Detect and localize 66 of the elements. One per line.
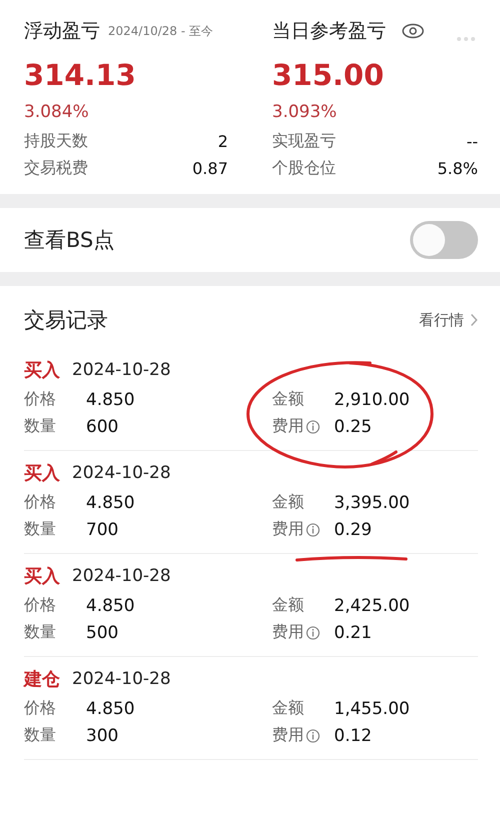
- toggle-switch[interactable]: [410, 221, 478, 259]
- field-label: 金额: [272, 492, 304, 513]
- field-label: 金额: [272, 389, 304, 410]
- field-label: 金额: [272, 698, 304, 719]
- field-label: 价格: [24, 595, 56, 616]
- field-value: 4.850: [86, 492, 135, 512]
- stat-label: 持股天数: [24, 131, 88, 152]
- date-range: 2024/10/28 - 至今: [108, 22, 214, 40]
- more-icon[interactable]: [456, 36, 476, 42]
- field-value: 500: [86, 622, 118, 642]
- stat-label: 实现盈亏: [272, 131, 336, 152]
- field-label: 费用: [272, 725, 304, 746]
- field-label: 价格: [24, 492, 56, 513]
- market-link[interactable]: 看行情: [419, 310, 478, 330]
- field-label: 费用: [272, 622, 304, 643]
- field-value: 1,455.00: [334, 698, 410, 718]
- stat-value: 2: [218, 132, 228, 151]
- stat-value: --: [466, 132, 478, 151]
- trade-type: 建仓: [24, 668, 60, 691]
- field-value: 0.12: [334, 726, 372, 746]
- field-value: 600: [86, 416, 118, 436]
- trade-date: 2024-10-28: [72, 463, 171, 483]
- field-value: 300: [86, 726, 118, 746]
- field-label: 价格: [24, 389, 56, 410]
- profit-percent: 3.093%: [272, 102, 338, 124]
- profit-value: 315.00: [272, 58, 385, 94]
- field-label: 费用: [272, 519, 304, 540]
- field-label: 数量: [24, 416, 56, 437]
- profit-value: 314.13: [24, 58, 137, 94]
- info-icon: [306, 626, 320, 640]
- field-label: 数量: [24, 725, 56, 746]
- field-value: 2,425.00: [334, 596, 410, 616]
- field-label: 价格: [24, 698, 56, 719]
- field-value: 2,910.00: [334, 390, 410, 410]
- chevron-icon: [470, 313, 478, 327]
- info-icon: [306, 728, 320, 742]
- field-value: 700: [86, 520, 118, 540]
- trade-date: 2024-10-28: [72, 669, 171, 689]
- field-label: 数量: [24, 519, 56, 540]
- field-value: 0.29: [334, 520, 372, 540]
- field-value: 4.850: [86, 698, 135, 718]
- summary-title: 当日参考盈亏: [272, 19, 386, 44]
- field-value: 4.850: [86, 596, 135, 616]
- field-value: 4.850: [86, 390, 135, 410]
- trade-type: 买入: [24, 462, 60, 485]
- info-icon: [306, 420, 320, 434]
- field-value: 3,395.00: [334, 492, 410, 512]
- info-icon: [306, 522, 320, 536]
- stat-value: 5.8%: [437, 159, 478, 178]
- profit-percent: 3.084%: [24, 102, 90, 124]
- stat-label: 交易税费: [24, 158, 88, 179]
- trade-type: 买入: [24, 565, 60, 588]
- stat-label: 个股仓位: [272, 158, 336, 179]
- eye-icon[interactable]: [402, 23, 424, 39]
- field-label: 费用: [272, 416, 304, 437]
- field-value: 0.25: [334, 416, 372, 436]
- trade-date: 2024-10-28: [72, 566, 171, 586]
- trade-date: 2024-10-28: [72, 360, 171, 380]
- summary-title: 浮动盈亏: [24, 19, 100, 44]
- stat-value: 0.87: [192, 159, 228, 178]
- section-title: 交易记录: [24, 307, 108, 334]
- trade-type: 买入: [24, 359, 60, 382]
- field-label: 金额: [272, 595, 304, 616]
- field-value: 0.21: [334, 622, 372, 642]
- toggle-label: 查看BS点: [24, 227, 114, 254]
- field-label: 数量: [24, 622, 56, 643]
